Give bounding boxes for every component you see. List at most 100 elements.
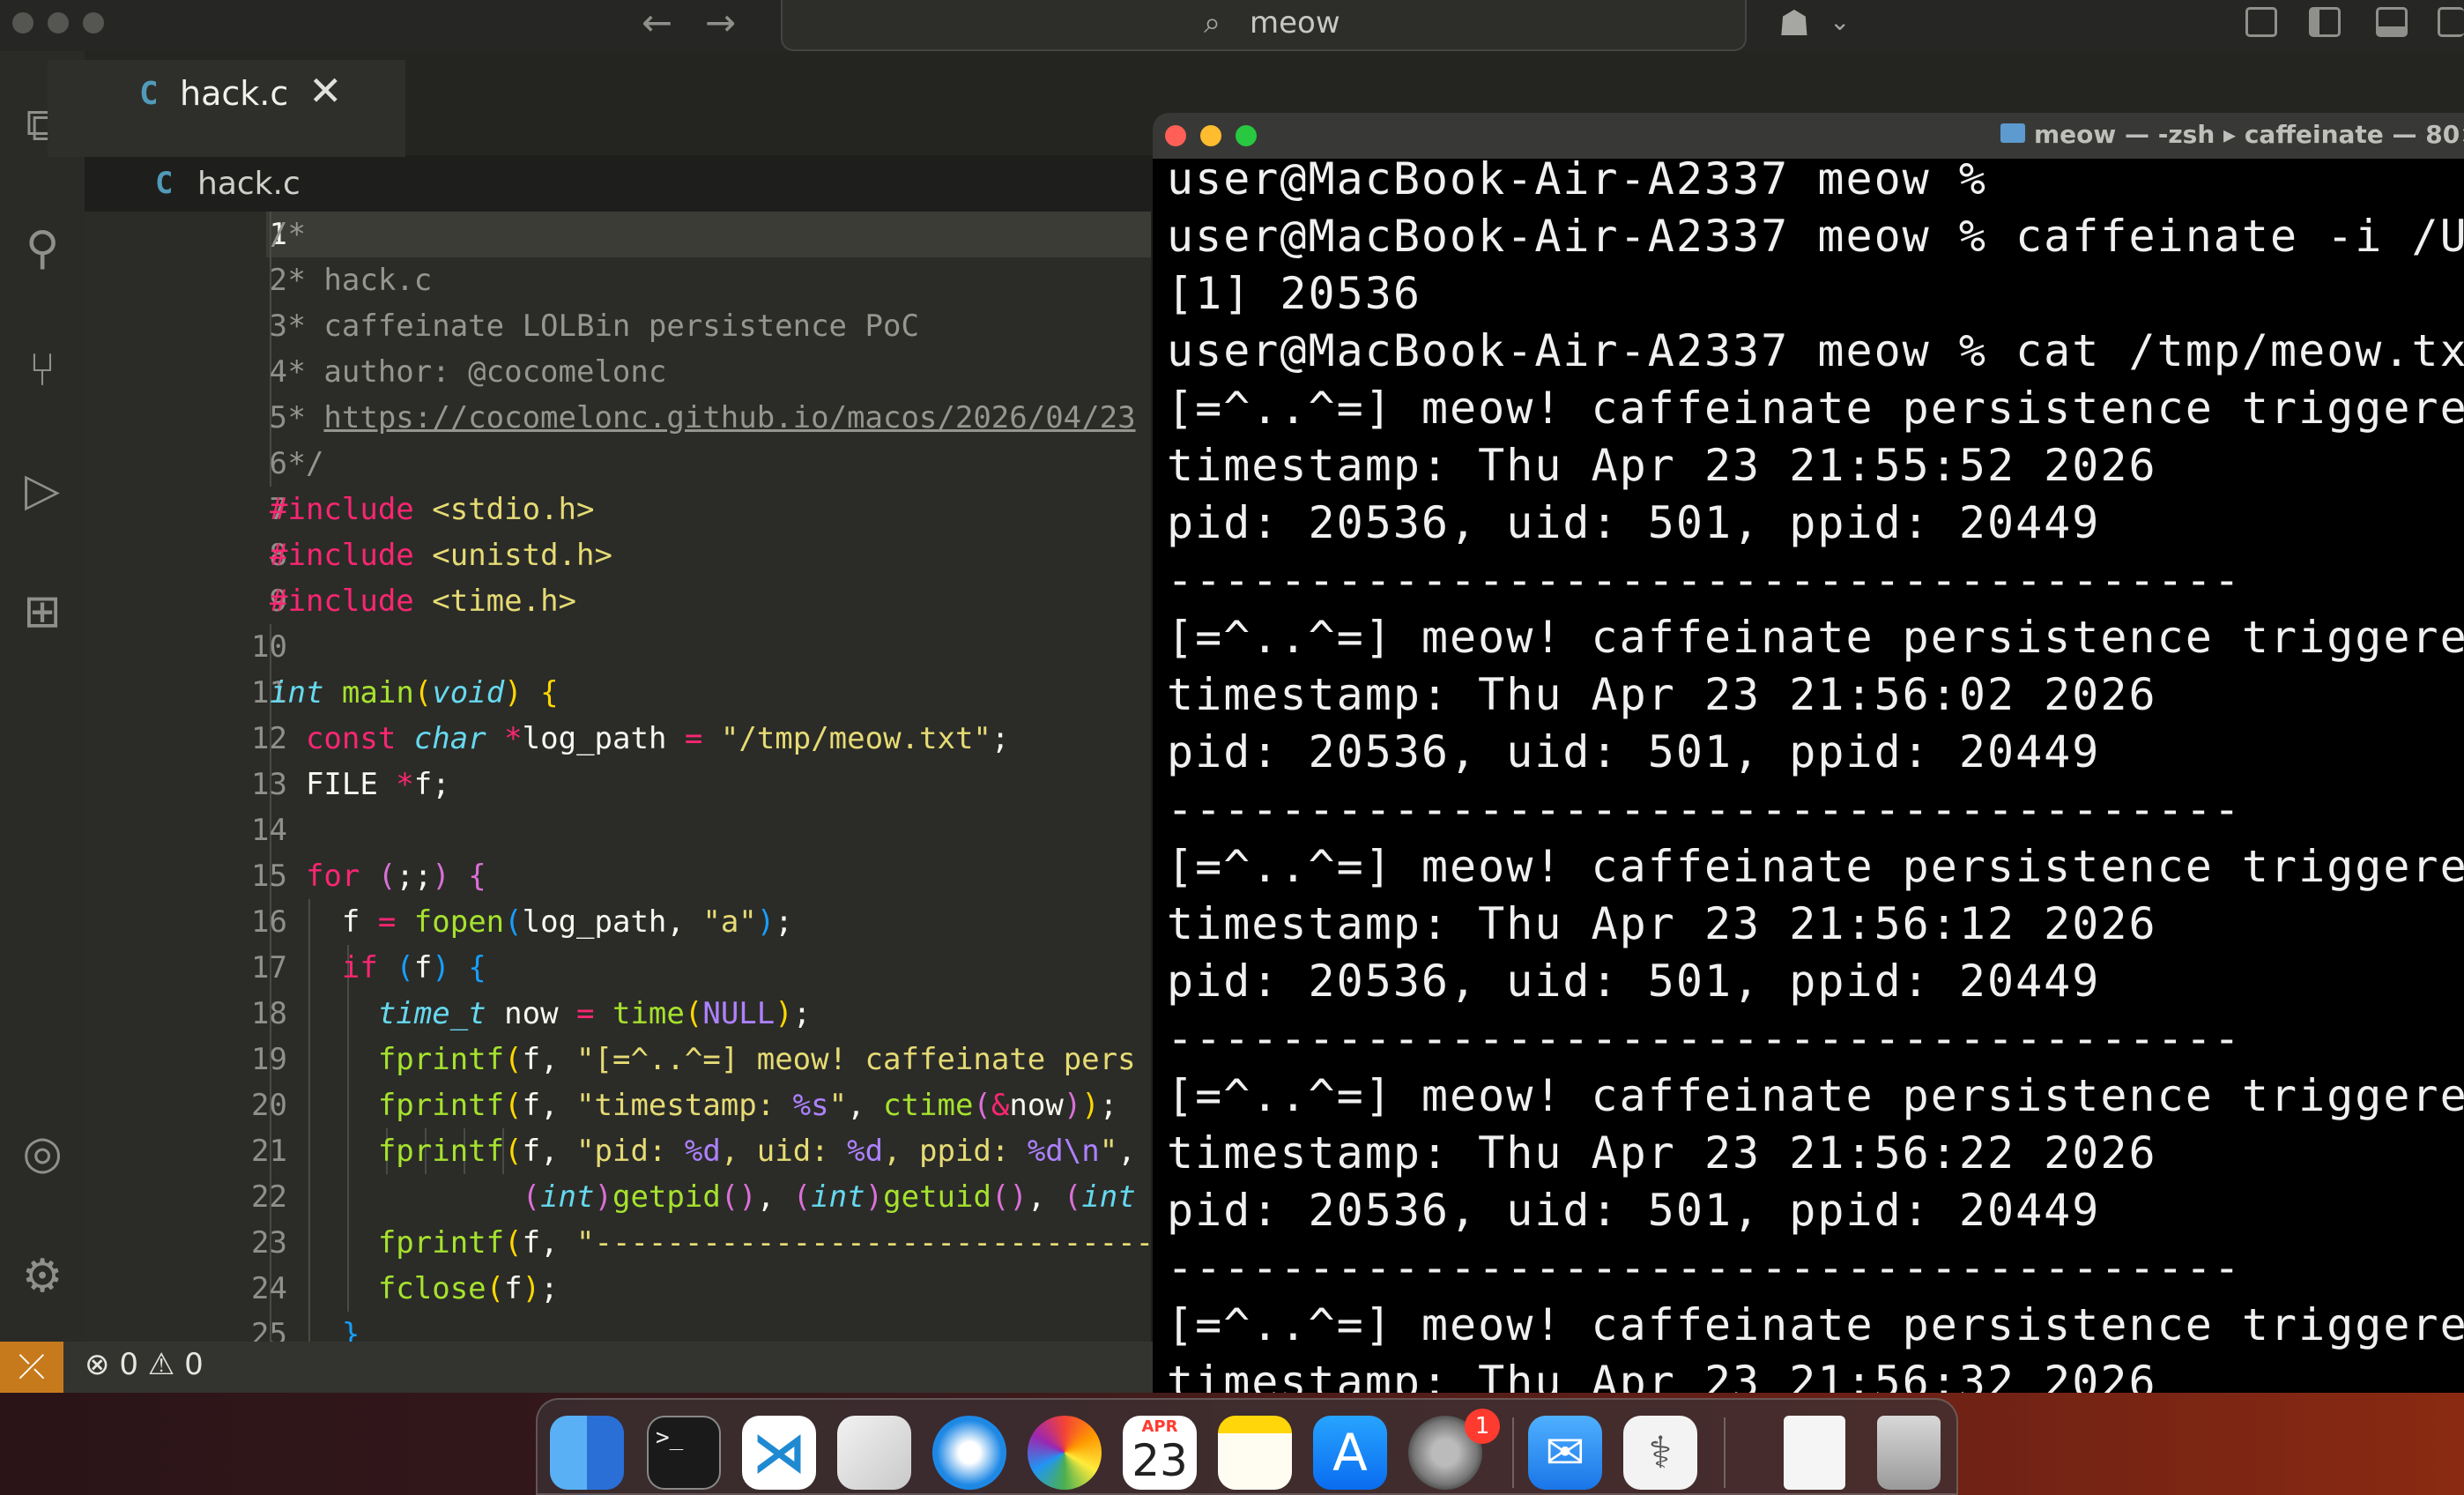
line-number: 14 bbox=[251, 813, 287, 848]
code-line: #include <stdio.h> bbox=[270, 492, 595, 527]
problems-indicator[interactable]: ⊗ 0 ⚠ 0 bbox=[85, 1347, 204, 1382]
account-icon[interactable]: ◎ bbox=[7, 1118, 78, 1188]
code-line: (int)getpid(), (int)getuid(), (int bbox=[522, 1179, 1136, 1215]
terminal-line: pid: 20536, uid: 501, ppid: 20449 bbox=[1167, 497, 2101, 548]
terminal-line: pid: 20536, uid: 501, ppid: 20449 bbox=[1167, 1185, 2101, 1236]
line-number: 16 bbox=[251, 904, 287, 940]
dock: >_ ⋊ APR 23 A 1 ✉ ⚕ bbox=[536, 1398, 1958, 1495]
terminal-line: -------------------------------------- bbox=[1167, 1242, 2242, 1293]
terminal-minimize-button[interactable] bbox=[1200, 125, 1221, 146]
line-number: 3 bbox=[269, 309, 287, 344]
terminal-line: pid: 20536, uid: 501, ppid: 20449 bbox=[1167, 726, 2101, 777]
launchpad-icon[interactable] bbox=[837, 1416, 911, 1490]
code-editor[interactable]: 1 2 3 4 5 6 7 8 9 10 11 12 13 14 15 16 17 18 19 20 21 22 23 24 2… bbox=[85, 212, 1151, 1342]
terminal-line: [=^..^=] meow! caffeinate persistence tr… bbox=[1167, 1070, 2464, 1121]
chevron-down-icon[interactable]: ⌄ bbox=[1829, 7, 1850, 36]
trash-icon[interactable] bbox=[1877, 1416, 1941, 1490]
error-icon: ⊗ bbox=[85, 1347, 110, 1382]
photos-icon[interactable] bbox=[1028, 1416, 1102, 1490]
forward-arrow-icon[interactable]: → bbox=[705, 0, 736, 46]
remote-indicator-button[interactable]: ⤫ bbox=[0, 1342, 63, 1393]
terminal-zoom-button[interactable] bbox=[1236, 125, 1257, 146]
terminal-line: timestamp: Thu Apr 23 21:56:12 2026 bbox=[1167, 898, 2157, 949]
line-number: 19 bbox=[251, 1042, 287, 1077]
toggle-sidebar-icon[interactable] bbox=[2309, 7, 2341, 37]
code-line: fclose(f); bbox=[377, 1271, 559, 1306]
back-arrow-icon[interactable]: ← bbox=[642, 0, 672, 46]
finder-icon[interactable] bbox=[550, 1416, 624, 1490]
terminal-line: [1] 20536 bbox=[1167, 268, 1421, 319]
code-line: for (;;) { bbox=[305, 859, 486, 894]
customize-layout-icon[interactable] bbox=[2245, 7, 2277, 37]
close-window-button[interactable] bbox=[12, 12, 33, 33]
archive-icon[interactable] bbox=[1784, 1416, 1845, 1490]
warning-icon: ⚠ bbox=[147, 1347, 175, 1382]
tab-label: hack.c bbox=[180, 74, 289, 113]
folder-icon bbox=[2000, 123, 2025, 143]
code-line: int main(void) { bbox=[270, 675, 559, 710]
line-number: 24 bbox=[251, 1271, 287, 1306]
command-center-search[interactable]: ⌕ meow bbox=[781, 0, 1747, 51]
app-store-icon[interactable]: A bbox=[1313, 1416, 1387, 1490]
vscode-icon[interactable]: ⋊ bbox=[742, 1416, 816, 1490]
code-line: * hack.c bbox=[270, 263, 433, 298]
terminal-window[interactable]: meow — -zsh ▸ caffeinate — 80×24 user@Ma… bbox=[1153, 113, 2464, 1393]
line-number: 17 bbox=[251, 950, 287, 986]
terminal-title-bar[interactable]: meow — -zsh ▸ caffeinate — 80×24 bbox=[1153, 113, 2464, 159]
safari-icon[interactable] bbox=[932, 1416, 1006, 1490]
line-number: 5 bbox=[269, 400, 287, 435]
breadcrumb-file[interactable]: hack.c bbox=[197, 166, 301, 202]
code-line: * caffeinate LOLBin persistence PoC bbox=[270, 309, 919, 344]
zoom-window-button[interactable] bbox=[83, 12, 104, 33]
calendar-day: 23 bbox=[1132, 1435, 1188, 1486]
status-bar: ⤫ ⊗ 0 ⚠ 0 bbox=[0, 1342, 1154, 1393]
terminal-line: timestamp: Thu Apr 23 21:55:52 2026 bbox=[1167, 440, 2157, 491]
line-number: 25 bbox=[251, 1317, 287, 1342]
gear-icon[interactable]: ⚙ bbox=[7, 1241, 78, 1312]
code-line: #include <time.h> bbox=[270, 584, 577, 619]
line-number: 4 bbox=[269, 354, 287, 390]
toggle-panel-icon[interactable] bbox=[2376, 7, 2408, 37]
close-icon[interactable]: ✕ bbox=[308, 67, 343, 115]
notification-badge: 1 bbox=[1465, 1409, 1500, 1444]
line-number: 7 bbox=[269, 492, 287, 527]
code-line: FILE *f; bbox=[270, 767, 450, 802]
toggle-secondary-sidebar-icon[interactable] bbox=[2438, 7, 2464, 37]
terminal-line: [=^..^=] meow! caffeinate persistence tr… bbox=[1167, 1299, 2464, 1350]
copilot-icon[interactable]: ☗ bbox=[1778, 4, 1810, 44]
terminal-icon[interactable]: >_ bbox=[647, 1416, 721, 1490]
mail-icon[interactable]: ✉ bbox=[1528, 1416, 1602, 1490]
terminal-line: user@MacBook-Air-A2337 meow % cat /tmp/m… bbox=[1167, 325, 2464, 376]
terminal-close-button[interactable] bbox=[1165, 125, 1186, 146]
minimize-window-button[interactable] bbox=[48, 12, 69, 33]
calendar-month: APR bbox=[1141, 1417, 1178, 1436]
terminal-line: -------------------------------------- bbox=[1167, 784, 2242, 835]
line-number: 6 bbox=[269, 446, 287, 481]
current-line-highlight bbox=[266, 212, 1151, 257]
run-debug-icon[interactable]: ▷ bbox=[7, 455, 78, 525]
terminal-line: timestamp: Thu Apr 23 21:56:22 2026 bbox=[1167, 1127, 2157, 1179]
line-number: 8 bbox=[269, 538, 287, 573]
source-control-icon[interactable]: ⑂ bbox=[7, 335, 78, 405]
c-file-icon: C bbox=[139, 76, 159, 112]
line-number: 12 bbox=[251, 721, 287, 756]
code-line: #include <unistd.h> bbox=[270, 538, 612, 573]
code-line: } bbox=[341, 1317, 360, 1342]
search-icon[interactable]: ⚲ bbox=[7, 213, 78, 284]
tab-hack-c[interactable]: C hack.c ✕ bbox=[48, 60, 405, 157]
preview-icon[interactable]: ⚕ bbox=[1623, 1416, 1697, 1490]
line-number: 9 bbox=[269, 584, 287, 619]
terminal-line: timestamp: Thu Apr 23 21:56:02 2026 bbox=[1167, 669, 2157, 720]
terminal-title: meow — -zsh ▸ caffeinate — 80×24 bbox=[2034, 120, 2464, 149]
line-number: 1 bbox=[269, 217, 287, 252]
line-number: 2 bbox=[269, 263, 287, 298]
calendar-icon[interactable]: APR 23 bbox=[1123, 1416, 1197, 1490]
command-center-text: meow bbox=[1250, 5, 1340, 41]
code-line: /* bbox=[270, 217, 306, 252]
code-line: fprintf(f, "pid: %d, uid: %d, ppid: %d\n… bbox=[377, 1134, 1136, 1169]
notes-icon[interactable] bbox=[1218, 1416, 1292, 1490]
code-line: f = fopen(log_path, "a"); bbox=[270, 904, 793, 940]
terminal-line: user@MacBook-Air-A2337 meow % caffeinate… bbox=[1167, 211, 2464, 262]
line-number: 21 bbox=[251, 1134, 287, 1169]
extensions-icon[interactable]: ⊞ bbox=[7, 576, 78, 647]
